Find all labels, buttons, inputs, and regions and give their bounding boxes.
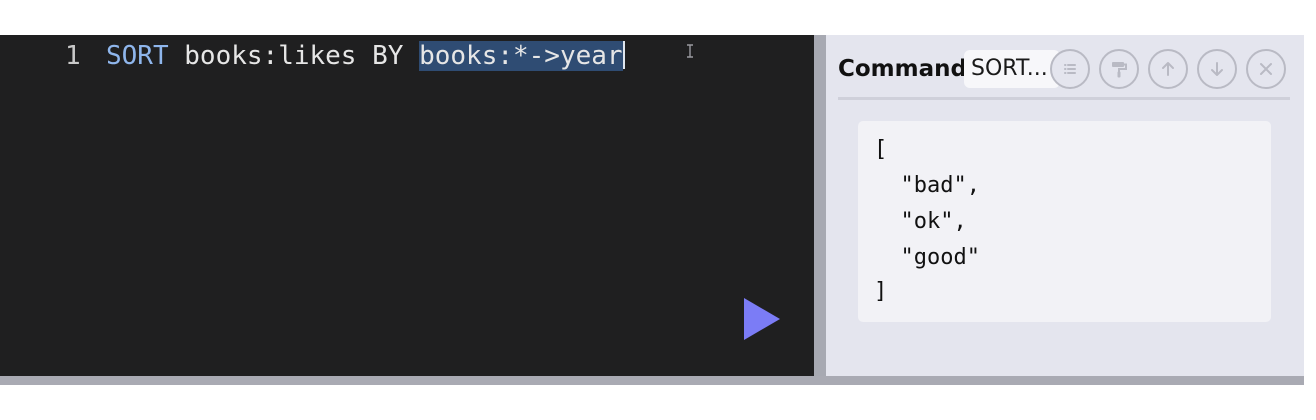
result-line: "ok", [874, 209, 967, 234]
result-output: [ "bad", "ok", "good" ] [858, 121, 1271, 322]
arrow-up-icon [1162, 62, 1174, 76]
command-label: Command [838, 56, 967, 82]
arrow-down-icon [1211, 62, 1223, 76]
result-line: "bad", [874, 173, 980, 198]
keyword-token: SORT [106, 41, 169, 71]
result-line: [ [874, 137, 888, 162]
code-editor[interactable]: 1 SORT books:likes BY books:*->year [0, 35, 814, 376]
text-caret [622, 41, 625, 69]
code-text[interactable]: SORT books:likes BY books:*->year [106, 39, 625, 73]
play-icon [744, 298, 780, 340]
close-button[interactable] [1246, 49, 1286, 89]
panel-header: Command SORT... [838, 49, 1290, 89]
selected-text: books:*->year [419, 41, 623, 71]
app-window: 1 SORT books:likes BY books:*->year Comm… [0, 35, 1304, 385]
run-button[interactable] [743, 297, 781, 341]
code-plain-token: books:likes BY [168, 41, 420, 71]
list-icon [1064, 64, 1076, 74]
format-button[interactable] [1099, 49, 1139, 89]
line-number: 1 [65, 41, 81, 71]
move-down-button[interactable] [1197, 49, 1237, 89]
result-panel: Command SORT... ["bad", "ok", "good"] [826, 35, 1304, 376]
text-cursor-icon [687, 44, 693, 58]
command-value[interactable]: SORT... [964, 50, 1060, 88]
close-icon [1260, 63, 1272, 75]
list-button[interactable] [1050, 49, 1090, 89]
result-line: "good" [874, 245, 980, 270]
result-line: ] [874, 279, 888, 304]
header-divider [838, 97, 1290, 100]
paint-roller-icon [1112, 62, 1127, 78]
move-up-button[interactable] [1148, 49, 1188, 89]
panel-splitter[interactable] [814, 35, 826, 376]
